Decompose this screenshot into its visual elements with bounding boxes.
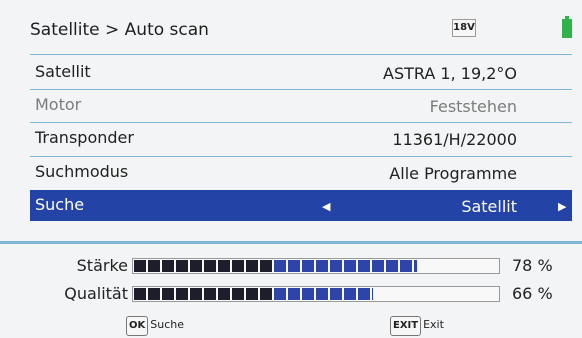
- left-arrow-icon[interactable]: ◀: [322, 200, 330, 213]
- voltage-indicator: 18V: [452, 19, 476, 37]
- row-value: Feststehen: [429, 97, 517, 116]
- row-suche[interactable]: Suche ◀ Satellit ▶: [30, 190, 572, 221]
- row-suchmodus[interactable]: Suchmodus Alle Programme: [30, 157, 572, 189]
- footer: OK Suche EXIT Exit: [0, 316, 582, 338]
- quality-meter: Qualität 66 %: [0, 282, 582, 306]
- meter-segment: [204, 260, 216, 272]
- meter-segment: [148, 288, 160, 300]
- right-arrow-icon[interactable]: ▶: [558, 200, 566, 213]
- meter-segment: [316, 288, 328, 300]
- meter-segment: [204, 288, 216, 300]
- row-satellit[interactable]: Satellit ASTRA 1, 19,2°O: [30, 57, 572, 89]
- ok-search-button[interactable]: OK Suche: [126, 316, 184, 336]
- row-label: Transponder: [35, 128, 134, 147]
- meter-segment: [386, 260, 398, 272]
- auto-scan-screen: Satellite > Auto scan 18V Satellit ASTRA…: [0, 0, 582, 338]
- meter-segment: [274, 288, 286, 300]
- meter-segment: [372, 260, 384, 272]
- meter-segment: [330, 288, 342, 300]
- meter-segment: [190, 260, 202, 272]
- meter-segment: [246, 260, 258, 272]
- meter-segment: [274, 260, 286, 272]
- meter-segment: [190, 288, 202, 300]
- exit-button[interactable]: EXIT Exit: [390, 316, 444, 336]
- row-label: Motor: [35, 95, 82, 114]
- meter-segment: [400, 260, 412, 272]
- meter-segment: [358, 288, 370, 300]
- row-label: Suchmodus: [35, 162, 129, 181]
- quality-label: Qualität: [64, 284, 128, 303]
- meter-segment: [302, 288, 314, 300]
- row-motor: Motor Feststehen: [30, 90, 572, 122]
- meter-segment: [176, 260, 188, 272]
- meter-segment: [176, 288, 188, 300]
- row-transponder[interactable]: Transponder 11361/H/22000: [30, 123, 572, 155]
- meter-segment: [162, 288, 174, 300]
- header: Satellite > Auto scan 18V: [0, 0, 582, 44]
- meter-segment: [218, 260, 230, 272]
- strength-bar: [132, 258, 500, 274]
- meter-segment: [344, 260, 356, 272]
- meter-segment: [316, 260, 328, 272]
- meter-segment: [260, 288, 272, 300]
- meter-segment: [372, 288, 373, 300]
- meter-segment: [232, 288, 244, 300]
- meter-segment: [134, 288, 146, 300]
- meter-segment: [358, 260, 370, 272]
- strength-meter: Stärke 78 %: [0, 254, 582, 278]
- battery-icon: [562, 16, 572, 38]
- quality-bar: [132, 286, 500, 302]
- strength-label: Stärke: [76, 256, 128, 275]
- header-divider: [30, 54, 572, 55]
- meter-segment: [218, 288, 230, 300]
- meter-segment: [414, 260, 417, 272]
- meter-segment: [302, 260, 314, 272]
- strength-value: 78 %: [512, 256, 553, 275]
- row-value: 11361/H/22000: [392, 130, 517, 149]
- meter-segment: [260, 260, 272, 272]
- page-title: Satellite > Auto scan: [30, 20, 209, 40]
- row-label: Suche: [35, 195, 85, 214]
- meter-segment: [330, 260, 342, 272]
- row-label: Satellit: [35, 62, 91, 81]
- meter-segment: [134, 260, 146, 272]
- meter-segment: [162, 260, 174, 272]
- meter-segment: [288, 288, 300, 300]
- ok-key-icon: OK: [126, 316, 149, 336]
- row-value: Satellit: [461, 197, 517, 216]
- ok-button-label: Suche: [150, 318, 184, 331]
- exit-button-label: Exit: [423, 318, 444, 331]
- section-divider: [0, 241, 582, 244]
- row-value: ASTRA 1, 19,2°O: [383, 64, 517, 83]
- row-value: Alle Programme: [389, 164, 517, 183]
- meter-segment: [344, 288, 356, 300]
- meter-segment: [246, 288, 258, 300]
- meter-segment: [232, 260, 244, 272]
- meter-segment: [288, 260, 300, 272]
- meter-segment: [148, 260, 160, 272]
- exit-key-icon: EXIT: [390, 316, 422, 336]
- quality-value: 66 %: [512, 284, 553, 303]
